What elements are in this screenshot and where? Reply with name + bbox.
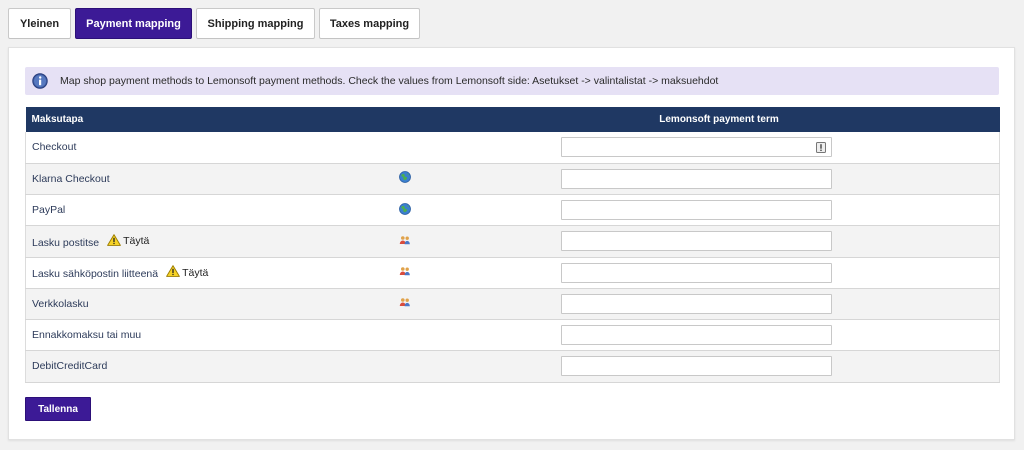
payment-method-name: PayPal xyxy=(32,204,66,217)
globe-icon xyxy=(398,171,411,186)
table-row: Verkkolasku xyxy=(25,288,1000,321)
users-icon xyxy=(399,265,411,280)
payment-term-input-wrap xyxy=(560,231,832,252)
payment-method-cell: Verkkolasku xyxy=(25,288,400,321)
payment-method-name: Ennakkomaksu tai muu xyxy=(32,329,142,342)
notice-text: Map shop payment methods to Lemonsoft pa… xyxy=(60,75,719,87)
payment-term-input-wrap xyxy=(560,137,832,158)
payment-method-name: Klarna Checkout xyxy=(32,172,110,185)
column-header-spacer xyxy=(399,107,445,132)
globe-icon xyxy=(398,202,411,218)
payment-term-cell xyxy=(444,194,1000,227)
payment-term-input[interactable] xyxy=(560,231,832,252)
warning-badge: Täytä xyxy=(107,234,149,249)
validation-icon xyxy=(815,142,826,154)
info-icon xyxy=(32,73,48,89)
payment-term-input[interactable] xyxy=(560,325,832,346)
method-type-cell xyxy=(398,163,445,196)
payment-method-cell: Checkout xyxy=(25,132,400,164)
users-icon xyxy=(399,296,411,311)
payment-term-input-wrap xyxy=(560,293,832,314)
tab-taxes-mapping[interactable]: Taxes mapping xyxy=(319,8,420,39)
tab-bar: Yleinen Payment mapping Shipping mapping… xyxy=(8,8,420,39)
payment-method-name: DebitCreditCard xyxy=(32,360,108,373)
payment-mapping-table: Maksutapa Lemonsoft payment term Checkou… xyxy=(25,107,1000,383)
payment-term-input-wrap xyxy=(560,356,832,377)
warning-icon xyxy=(166,265,182,280)
payment-mapping-panel: Map shop payment methods to Lemonsoft pa… xyxy=(8,47,1015,440)
payment-method-cell: Klarna Checkout xyxy=(25,163,400,196)
payment-method-name: Verkkolasku xyxy=(32,297,89,310)
table-row: PayPal xyxy=(25,194,1000,227)
payment-term-input[interactable] xyxy=(560,200,832,221)
tab-yleinen[interactable]: Yleinen xyxy=(8,8,71,39)
payment-term-input-wrap xyxy=(560,262,832,283)
payment-method-cell: Lasku sähköpostin liitteenä Täytä xyxy=(25,257,400,289)
tab-payment-mapping[interactable]: Payment mapping xyxy=(75,8,192,39)
payment-term-input-wrap xyxy=(560,200,832,221)
payment-term-cell xyxy=(444,257,1000,289)
table-row: Lasku sähköpostin liitteenä Täytä xyxy=(25,257,1000,289)
method-type-cell xyxy=(399,319,445,352)
info-notice: Map shop payment methods to Lemonsoft pa… xyxy=(25,67,999,95)
table-row: Ennakkomaksu tai muu xyxy=(25,319,1000,352)
tab-shipping-mapping[interactable]: Shipping mapping xyxy=(196,8,315,39)
payment-term-cell xyxy=(444,163,1000,196)
method-type-cell xyxy=(399,257,445,289)
payment-method-name: Lasku postitse xyxy=(32,236,100,249)
payment-term-input[interactable] xyxy=(560,262,832,283)
column-header-term: Lemonsoft payment term xyxy=(444,107,1000,132)
payment-method-cell: PayPal xyxy=(25,194,400,227)
payment-term-cell xyxy=(444,350,1000,383)
users-icon xyxy=(399,234,411,249)
payment-method-cell: DebitCreditCard xyxy=(25,350,400,383)
payment-method-name: Lasku sähköpostin liitteenä xyxy=(32,268,159,281)
warning-text: Täytä xyxy=(123,235,150,248)
method-type-cell xyxy=(398,194,445,227)
table-row: Lasku postitse Täytä xyxy=(25,225,1000,258)
column-header-method: Maksutapa xyxy=(25,107,400,132)
payment-method-name: Checkout xyxy=(32,141,77,154)
table-row: Klarna Checkout xyxy=(25,163,1000,196)
payment-term-input-wrap xyxy=(560,325,832,346)
table-header-row: Maksutapa Lemonsoft payment term xyxy=(25,107,1000,132)
save-button[interactable]: Tallenna xyxy=(25,397,91,421)
payment-term-cell xyxy=(444,288,1000,321)
payment-term-cell xyxy=(444,132,1000,164)
payment-term-input[interactable] xyxy=(560,168,832,189)
table-row: DebitCreditCard xyxy=(25,350,1000,383)
payment-term-input[interactable] xyxy=(560,293,832,314)
method-type-cell xyxy=(399,350,445,383)
warning-text: Täytä xyxy=(182,266,209,279)
payment-term-input[interactable] xyxy=(560,137,832,158)
payment-method-cell: Lasku postitse Täytä xyxy=(25,225,400,258)
payment-method-cell: Ennakkomaksu tai muu xyxy=(25,319,400,352)
warning-badge: Täytä xyxy=(166,265,208,280)
method-type-cell xyxy=(399,225,445,258)
payment-term-input[interactable] xyxy=(560,356,832,377)
table-row: Checkout xyxy=(25,132,1000,164)
payment-term-cell xyxy=(444,319,1000,352)
method-type-cell xyxy=(399,288,445,321)
warning-icon xyxy=(107,234,123,249)
payment-term-cell xyxy=(444,225,1000,258)
method-type-cell xyxy=(399,132,445,164)
payment-term-input-wrap xyxy=(560,168,832,189)
